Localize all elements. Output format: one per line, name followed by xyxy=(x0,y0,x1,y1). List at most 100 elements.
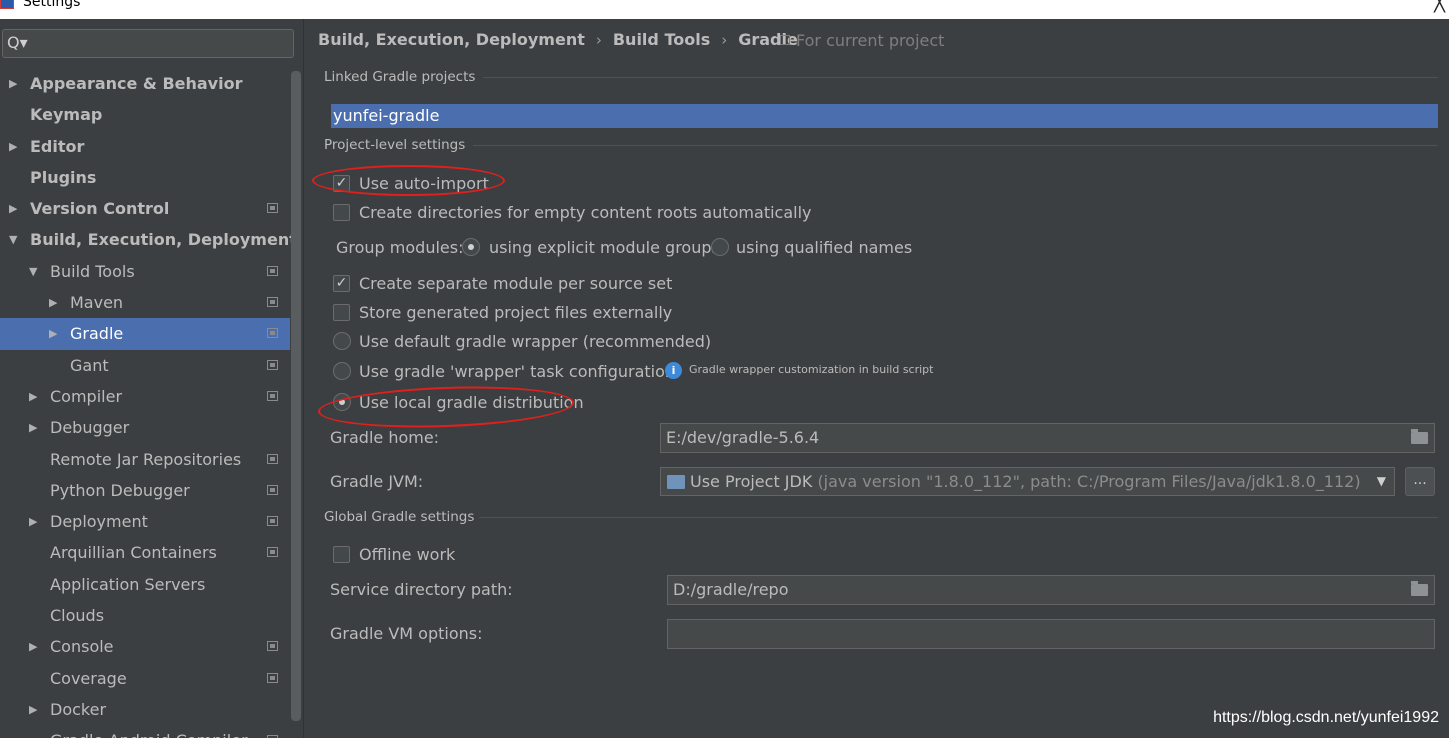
project-scope-icon xyxy=(267,672,278,683)
project-scope-icon xyxy=(267,547,278,558)
group-qualified-radio[interactable] xyxy=(711,238,729,256)
linked-project-item[interactable]: yunfei-gradle xyxy=(333,106,439,125)
expand-arrow-right-icon[interactable]: ▶ xyxy=(29,381,37,412)
auto-import-checkbox[interactable]: ✓ xyxy=(333,175,350,192)
expand-arrow-right-icon[interactable]: ▶ xyxy=(9,68,17,99)
project-settings-title: Project-level settings xyxy=(324,137,466,153)
expand-arrow-right-icon[interactable]: ▶ xyxy=(49,287,57,318)
sidebar-item-gradle-android-compiler[interactable]: Gradle-Android Compiler xyxy=(0,725,290,738)
expand-arrow-down-icon[interactable]: ▼ xyxy=(9,224,17,255)
sidebar-item-label: Debugger xyxy=(50,418,130,438)
gradle-settings-panel: Build, Execution, Deployment › Build Tools… xyxy=(305,19,1449,738)
settings-tree: ▶ Appearance & Behavior Keymap ▶ Editor Plugi… xyxy=(0,68,297,738)
sidebar-item-label: Compiler xyxy=(50,386,123,406)
vm-options-label: Gradle VM options: xyxy=(330,624,483,643)
sidebar-item-label: Remote Jar Repositories xyxy=(50,449,242,469)
search-box[interactable]: Q▾ xyxy=(2,29,294,58)
sidebar-item-gant[interactable]: Gant xyxy=(0,350,290,381)
window-title: Settings xyxy=(23,0,81,10)
project-scope-icon xyxy=(780,35,790,45)
sidebar-item-label: Deployment xyxy=(50,512,148,532)
create-dirs-checkbox[interactable] xyxy=(333,204,350,221)
browse-jvm-button[interactable]: ... xyxy=(1405,467,1435,496)
service-dir-value: D:/gradle/repo xyxy=(673,580,789,599)
project-scope-icon xyxy=(267,328,278,339)
sidebar-item-label: Build, Execution, Deployment xyxy=(30,230,297,250)
separate-module-label: Create separate module per source set xyxy=(359,274,673,293)
close-icon[interactable]: ╳ xyxy=(1434,0,1445,13)
sidebar-item-remote-jar-repositories[interactable]: Remote Jar Repositories xyxy=(0,444,290,475)
linked-projects-list[interactable]: yunfei-gradle xyxy=(331,104,1438,128)
project-scope-icon xyxy=(267,390,278,401)
global-settings-title: Global Gradle settings xyxy=(324,509,475,525)
sidebar-item-console[interactable]: ▶ Console xyxy=(0,631,290,662)
expand-arrow-right-icon[interactable]: ▶ xyxy=(9,193,17,224)
expand-arrow-right-icon[interactable]: ▶ xyxy=(9,131,17,162)
gradle-home-label: Gradle home: xyxy=(330,428,440,447)
service-dir-field[interactable]: D:/gradle/repo xyxy=(667,575,1435,605)
sidebar-item-label: Gradle xyxy=(70,324,124,344)
sidebar-item-plugins[interactable]: Plugins xyxy=(0,162,290,193)
gradle-home-field[interactable]: E:/dev/gradle-5.6.4 xyxy=(660,423,1435,453)
sidebar-item-python-debugger[interactable]: Python Debugger xyxy=(0,475,290,506)
search-input[interactable] xyxy=(37,33,287,54)
chevron-down-icon[interactable]: ▼ xyxy=(1377,468,1386,495)
expand-arrow-right-icon[interactable]: ▶ xyxy=(29,412,37,443)
sidebar-item-debugger[interactable]: ▶ Debugger xyxy=(0,412,290,443)
store-external-checkbox[interactable] xyxy=(333,304,350,321)
sidebar-item-label: Coverage xyxy=(50,668,127,688)
wrapper-task-label: Use gradle 'wrapper' task configuration xyxy=(359,362,676,381)
folder-icon[interactable] xyxy=(1411,581,1428,596)
project-scope-icon xyxy=(267,359,278,370)
expand-arrow-right-icon[interactable]: ▶ xyxy=(29,631,37,662)
sidebar-item-deployment[interactable]: ▶ Deployment xyxy=(0,506,290,537)
gradle-jvm-value: Use Project JDK xyxy=(690,472,813,491)
sidebar-item-application-servers[interactable]: Application Servers xyxy=(0,569,290,600)
group-explicit-radio[interactable] xyxy=(462,238,480,256)
sidebar-item-compiler[interactable]: ▶ Compiler xyxy=(0,381,290,412)
store-external-label: Store generated project files externally xyxy=(359,303,673,322)
expand-arrow-down-icon[interactable]: ▼ xyxy=(29,256,37,287)
app-icon xyxy=(0,0,14,9)
sidebar-item-label: Arquillian Containers xyxy=(50,543,217,563)
group-qualified-label: using qualified names xyxy=(736,238,913,257)
breadcrumb-item-build-tools[interactable]: Build Tools xyxy=(613,30,710,49)
offline-work-checkbox[interactable] xyxy=(333,546,350,563)
sidebar-item-maven[interactable]: ▶ Maven xyxy=(0,287,290,318)
sidebar-item-gradle[interactable]: ▶ Gradle xyxy=(0,318,290,350)
sidebar-item-build-execution-deployment[interactable]: ▼ Build, Execution, Deployment xyxy=(0,224,297,255)
sidebar-item-editor[interactable]: ▶ Editor xyxy=(0,131,290,162)
expand-arrow-right-icon[interactable]: ▶ xyxy=(49,318,57,349)
info-icon: i xyxy=(665,362,682,379)
folder-icon[interactable] xyxy=(1411,429,1428,444)
wrapper-info-text: Gradle wrapper customization in build sc… xyxy=(689,363,934,376)
local-distribution-label: Use local gradle distribution xyxy=(359,393,584,412)
sidebar-item-coverage[interactable]: Coverage xyxy=(0,663,290,694)
sidebar-item-build-tools[interactable]: ▼ Build Tools xyxy=(0,256,290,287)
sidebar-item-version-control[interactable]: ▶ Version Control xyxy=(0,193,290,224)
sidebar-item-docker[interactable]: ▶ Docker xyxy=(0,694,290,725)
sidebar-item-arquillian-containers[interactable]: Arquillian Containers xyxy=(0,537,290,568)
gradle-jvm-dropdown[interactable]: Use Project JDK (java version "1.8.0_112… xyxy=(660,467,1395,496)
watermark: https://blog.csdn.net/yunfei1992 xyxy=(1213,709,1439,726)
wrapper-default-radio[interactable] xyxy=(333,332,351,350)
service-dir-label: Service directory path: xyxy=(330,580,513,599)
vm-options-field[interactable] xyxy=(667,619,1435,649)
local-distribution-radio[interactable] xyxy=(333,393,351,411)
sidebar-item-appearance-behavior[interactable]: ▶ Appearance & Behavior xyxy=(0,68,290,99)
sidebar-item-label: Docker xyxy=(50,699,107,719)
scope-label: For current project xyxy=(796,31,945,50)
sidebar-scrollbar[interactable] xyxy=(291,71,301,721)
separate-module-checkbox[interactable]: ✓ xyxy=(333,275,350,292)
sidebar-item-keymap[interactable]: Keymap xyxy=(0,99,290,130)
expand-arrow-right-icon[interactable]: ▶ xyxy=(29,694,37,725)
breadcrumb-item-build-execution[interactable]: Build, Execution, Deployment xyxy=(318,30,585,49)
expand-arrow-right-icon[interactable]: ▶ xyxy=(29,506,37,537)
gradle-home-value: E:/dev/gradle-5.6.4 xyxy=(666,428,820,447)
sidebar-item-clouds[interactable]: Clouds xyxy=(0,600,290,631)
project-scope-icon xyxy=(267,265,278,276)
wrapper-task-radio[interactable] xyxy=(333,362,351,380)
scope-indicator: For current project xyxy=(780,31,944,50)
project-scope-icon xyxy=(267,203,278,214)
breadcrumb: Build, Execution, Deployment › Build Tools… xyxy=(318,30,798,49)
